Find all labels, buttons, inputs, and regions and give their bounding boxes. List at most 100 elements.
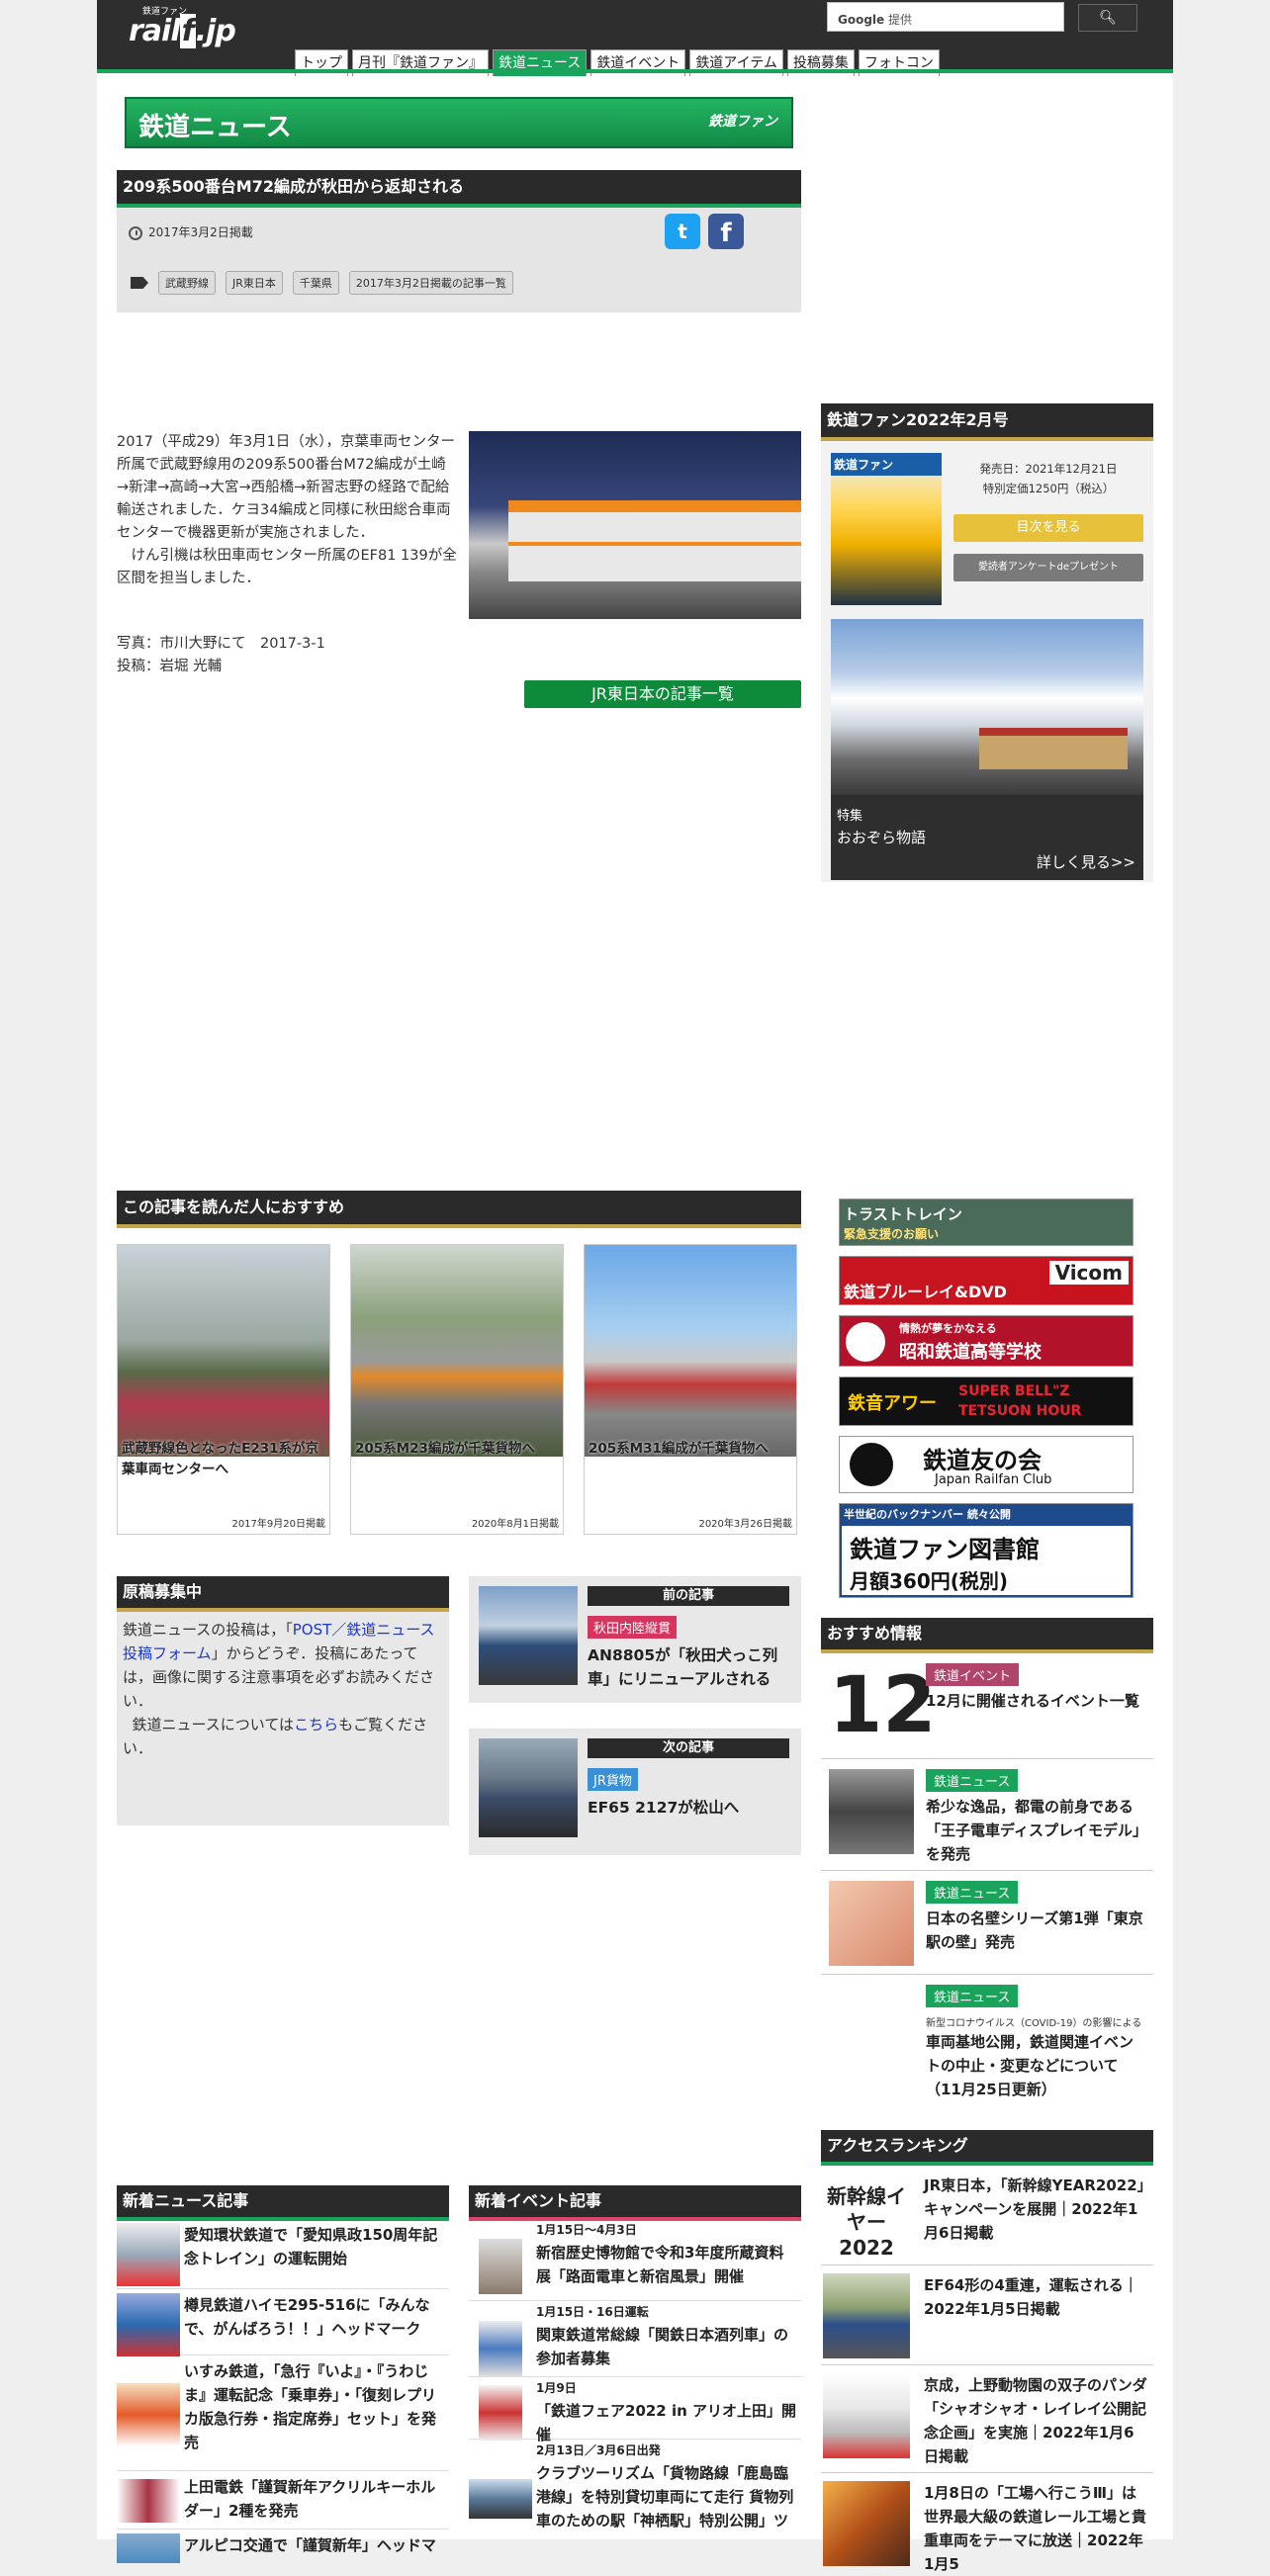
- new-news-item[interactable]: 愛知環状鉄道で「愛知県政150周年記念トレイン」の運転開始: [117, 2219, 449, 2289]
- site-logo[interactable]: 鉄道ファン railf.jp: [129, 4, 236, 48]
- new-news-item[interactable]: 上田電鉄「謹賀新年アクリルキーホルダー」2種を発売: [117, 2471, 449, 2530]
- ad-text: 鉄道ブルーレイ&DVD: [844, 1283, 1007, 1301]
- club-logo-icon: [850, 1443, 893, 1486]
- jr-east-articles-button[interactable]: JR東日本の記事一覧: [524, 680, 801, 708]
- osusume-item[interactable]: 12 鉄道イベント 12月に開催されるイベント一覧: [821, 1653, 1153, 1759]
- new-event-item[interactable]: 1月15日・16日運転 関東鉄道常総線「関鉄日本酒列車」の参加者募集: [469, 2301, 801, 2377]
- new-event-item[interactable]: 1月9日 「鉄道フェア2022 in アリオ上田」開催: [469, 2377, 801, 2443]
- logo-text-jp: .jp: [195, 14, 236, 48]
- ranking-title: JR東日本，「新幹線YEAR2022」キャンペーンを展開｜2022年1月6日掲載: [924, 2176, 1145, 2242]
- tag-link[interactable]: 2017年3月2日掲載の記事一覧: [348, 271, 513, 295]
- osusume-item[interactable]: 鉄道ニュース 日本の名壁シリーズ第1弾「東京駅の壁」発売: [821, 1871, 1153, 1975]
- osusume-list: 12 鉄道イベント 12月に開催されるイベント一覧 鉄道ニュース 希少な逸品，都…: [821, 1653, 1153, 2123]
- next-label: 次の記事: [588, 1738, 789, 1758]
- recommend-card[interactable]: 205系M23編成が千葉貨物へ 2020年8月1日掲載: [350, 1244, 564, 1535]
- ad-subtext: 緊急支援のお願い: [844, 1227, 940, 1241]
- train-illustration: [979, 728, 1128, 769]
- article-tags: 武蔵野線 JR東日本 千葉県 2017年3月2日掲載の記事一覧: [131, 271, 513, 295]
- ad-banner[interactable]: 半世紀のバックナンバー 続々公開 鉄道ファン図書館 月額360円(税別): [839, 1503, 1134, 1598]
- ad-banner[interactable]: 鉄道友の会 Japan Railfan Club: [839, 1436, 1134, 1493]
- article-meta: 2017年3月2日掲載 t f 武蔵野線 JR東日本 千葉県 2017年3月2日…: [117, 208, 801, 312]
- ranking-item[interactable]: EF64形の4重連，運転される｜2022年1月5日掲載: [821, 2265, 1153, 2365]
- recommend-date: 2020年8月1日掲載: [471, 1519, 559, 1530]
- news-title: 上田電鉄「謹賀新年アクリルキーホルダー」2種を発売: [184, 2478, 436, 2520]
- ranking-item[interactable]: 新幹線イヤー2022 JR東日本，「新幹線YEAR2022」キャンペーンを展開｜…: [821, 2166, 1153, 2265]
- article-paragraph: 2017（平成29）年3月1日（水），京葉車両センター所属で武蔵野線用の209系…: [117, 434, 456, 541]
- magazine-cover[interactable]: 鉄道ファン: [831, 453, 942, 605]
- toc-button[interactable]: 目次を見る: [953, 514, 1143, 542]
- ad-subtext: Japan Railfan Club: [935, 1472, 1052, 1487]
- submission-text-part: 鉄道ニュースについては: [132, 1716, 295, 1733]
- survey-button[interactable]: 愛読者アンケートdeプレゼント: [953, 554, 1143, 581]
- news-title: 愛知環状鉄道で「愛知県政150周年記念トレイン」の運転開始: [184, 2226, 438, 2267]
- new-news-item[interactable]: いすみ鉄道，「急行『いよ』・『うわじま』運転記念「乗車券」・「復刻レプリカ版急行…: [117, 2355, 449, 2471]
- new-events-list: 1月15日〜4月3日 新宿歴史博物館で令和3年度所蔵資料展「路面電車と新宿風景」開…: [469, 2219, 801, 2534]
- news-thumbnail: [117, 2479, 180, 2523]
- osusume-item[interactable]: 鉄道ニュース 新型コロナウイルス（COVID-19）の影響による 車両基地公開，…: [821, 1975, 1153, 2123]
- ad-subtext: 月額360円(税別): [850, 1569, 1009, 1593]
- ad-banner[interactable]: 昭和鉄道高等学校 情熱が夢をかなえる: [839, 1315, 1134, 1367]
- site-search-input[interactable]: Google 提供: [827, 2, 1064, 32]
- tag-link[interactable]: 武蔵野線: [158, 271, 216, 295]
- ad-subtext: 鉄音アワー: [848, 1393, 937, 1414]
- news-title: アルピコ交通で「謹賀新年」ヘッドマ: [184, 2536, 436, 2554]
- ad-text: トラストトレイン: [844, 1205, 962, 1223]
- new-event-item[interactable]: 1月15日〜4月3日 新宿歴史博物館で令和3年度所蔵資料展「路面電車と新宿風景」開…: [469, 2219, 801, 2301]
- prev-article[interactable]: 前の記事 秋田内陸縦貫 AN8805が「秋田犬っこ列車」にリニューアルされる: [469, 1576, 801, 1703]
- news-title: いすみ鉄道，「急行『いよ』・『うわじま』運転記念「乗車券」・「復刻レプリカ版急行…: [184, 2362, 437, 2451]
- ranking-item[interactable]: 1月8日の「工場へ行こうⅢ」は世界最大級の鉄道レール工場と貴重車両をテーマに放送…: [821, 2473, 1153, 2573]
- ad-banners: トラストトレイン緊急支援のお願い 鉄道ブルーレイ&DVD Vicom 昭和鉄道高等…: [839, 1199, 1135, 1608]
- recommend-card[interactable]: 武蔵野線色となったE231系が京葉車両センターへ 2017年9月20日掲載: [117, 1244, 330, 1535]
- logo-text-rail: rail: [129, 14, 181, 48]
- banner-title: 鉄道ニュース: [138, 113, 292, 142]
- facebook-share-icon[interactable]: f: [708, 214, 744, 249]
- event-title: クラブツーリズム「貨物路線「鹿島臨港線」を特別貸切車両にて走行 貨物列車のための…: [536, 2464, 794, 2530]
- ad-banner[interactable]: SUPER BELL"Z TETSUON HOUR 鉄音アワー: [839, 1377, 1134, 1426]
- magazine-box: 鉄道ファン 発売日：2021年12月21日 特別定価1250円（税込） 目次を見…: [821, 441, 1153, 882]
- osusume-title: 日本の名壁シリーズ第1弾「東京駅の壁」発売: [926, 1910, 1143, 1951]
- about-news-link[interactable]: こちら: [294, 1716, 338, 1733]
- header-divider: [97, 69, 1173, 73]
- ad-banner[interactable]: トラストトレイン緊急支援のお願い: [839, 1199, 1134, 1246]
- news-thumbnail: [117, 2533, 180, 2563]
- osusume-heading: おすすめ情報: [821, 1618, 1153, 1653]
- ad-banner[interactable]: 鉄道ブルーレイ&DVD Vicom: [839, 1256, 1134, 1305]
- next-article[interactable]: 次の記事 JR貨物 EF65 2127が松山へ: [469, 1729, 801, 1855]
- tag-link[interactable]: 千葉県: [292, 271, 339, 295]
- recommend-card[interactable]: 205系M31編成が千葉貨物へ 2020年3月26日掲載: [584, 1244, 797, 1535]
- feature-card[interactable]: 特集 おおぞら物語 詳しく見る>>: [831, 619, 1143, 880]
- recommend-date: 2017年9月20日掲載: [231, 1519, 325, 1530]
- ad-text: 鉄道友の会: [923, 1447, 1042, 1474]
- article-date-text: 2017年3月2日掲載: [148, 225, 253, 239]
- article-title: 209系500番台M72編成が秋田から返却される: [117, 170, 801, 208]
- new-news-item[interactable]: アルピコ交通で「謹賀新年」ヘッドマ: [117, 2530, 449, 2569]
- osusume-category: 鉄道ニュース: [926, 1769, 1019, 1792]
- osusume-item[interactable]: 鉄道ニュース 希少な逸品，都電の前身である「王子電車ディスプレイモデル」を発売: [821, 1759, 1153, 1871]
- recommend-title: 武蔵野線色となったE231系が京葉車両センターへ: [122, 1441, 318, 1477]
- news-thumbnail: [117, 2383, 180, 2446]
- ad-text: 鉄道ファン図書館: [850, 1536, 1040, 1563]
- new-news-item[interactable]: 樽見鉄道ハイモ295-516に「みんなで、がんばろう！！」ヘッドマーク: [117, 2289, 449, 2356]
- event-thumbnail: [469, 2479, 532, 2519]
- photo-credit: 写真：市川大野にて 2017-3-1: [117, 636, 325, 652]
- ranking-item[interactable]: 京成，上野動物園の双子のパンダ「シャオシャオ・レイレイ公開記念企画」を実施｜20…: [821, 2365, 1153, 2473]
- next-thumbnail: [479, 1738, 578, 1837]
- event-date: 1月15日・16日運転: [536, 2305, 649, 2319]
- recommend-list: 武蔵野線色となったE231系が京葉車両センターへ 2017年9月20日掲載 20…: [117, 1244, 797, 1535]
- feature-more-link[interactable]: 詳しく見る>>: [1037, 851, 1135, 872]
- ad-subtext: Vicom: [1048, 1261, 1129, 1285]
- submission-text: 鉄道ニュースの投稿は，「POST／鉄道ニュース投稿フォーム」からどうぞ．投稿にあ…: [123, 1618, 443, 1760]
- clock-icon: [129, 225, 142, 240]
- recommend-image: [118, 1245, 329, 1457]
- school-logo-icon: [846, 1322, 885, 1362]
- search-button[interactable]: 🔍︎: [1078, 4, 1137, 32]
- osusume-thumbnail: [829, 1769, 914, 1854]
- news-thumbnail: [117, 2293, 180, 2356]
- article-body: 2017（平成29）年3月1日（水），京葉車両センター所属で武蔵野線用の209系…: [117, 431, 457, 590]
- event-date: 1月9日: [536, 2381, 577, 2395]
- twitter-share-icon[interactable]: t: [665, 214, 700, 249]
- tag-link[interactable]: JR東日本: [226, 271, 283, 295]
- new-event-item[interactable]: 2月13日／3月6日出発 クラブツーリズム「貨物路線「鹿島臨港線」を特別貸切車両に…: [469, 2440, 801, 2534]
- event-date: 1月15日〜4月3日: [536, 2223, 637, 2237]
- feature-title: おおぞら物語: [837, 829, 927, 846]
